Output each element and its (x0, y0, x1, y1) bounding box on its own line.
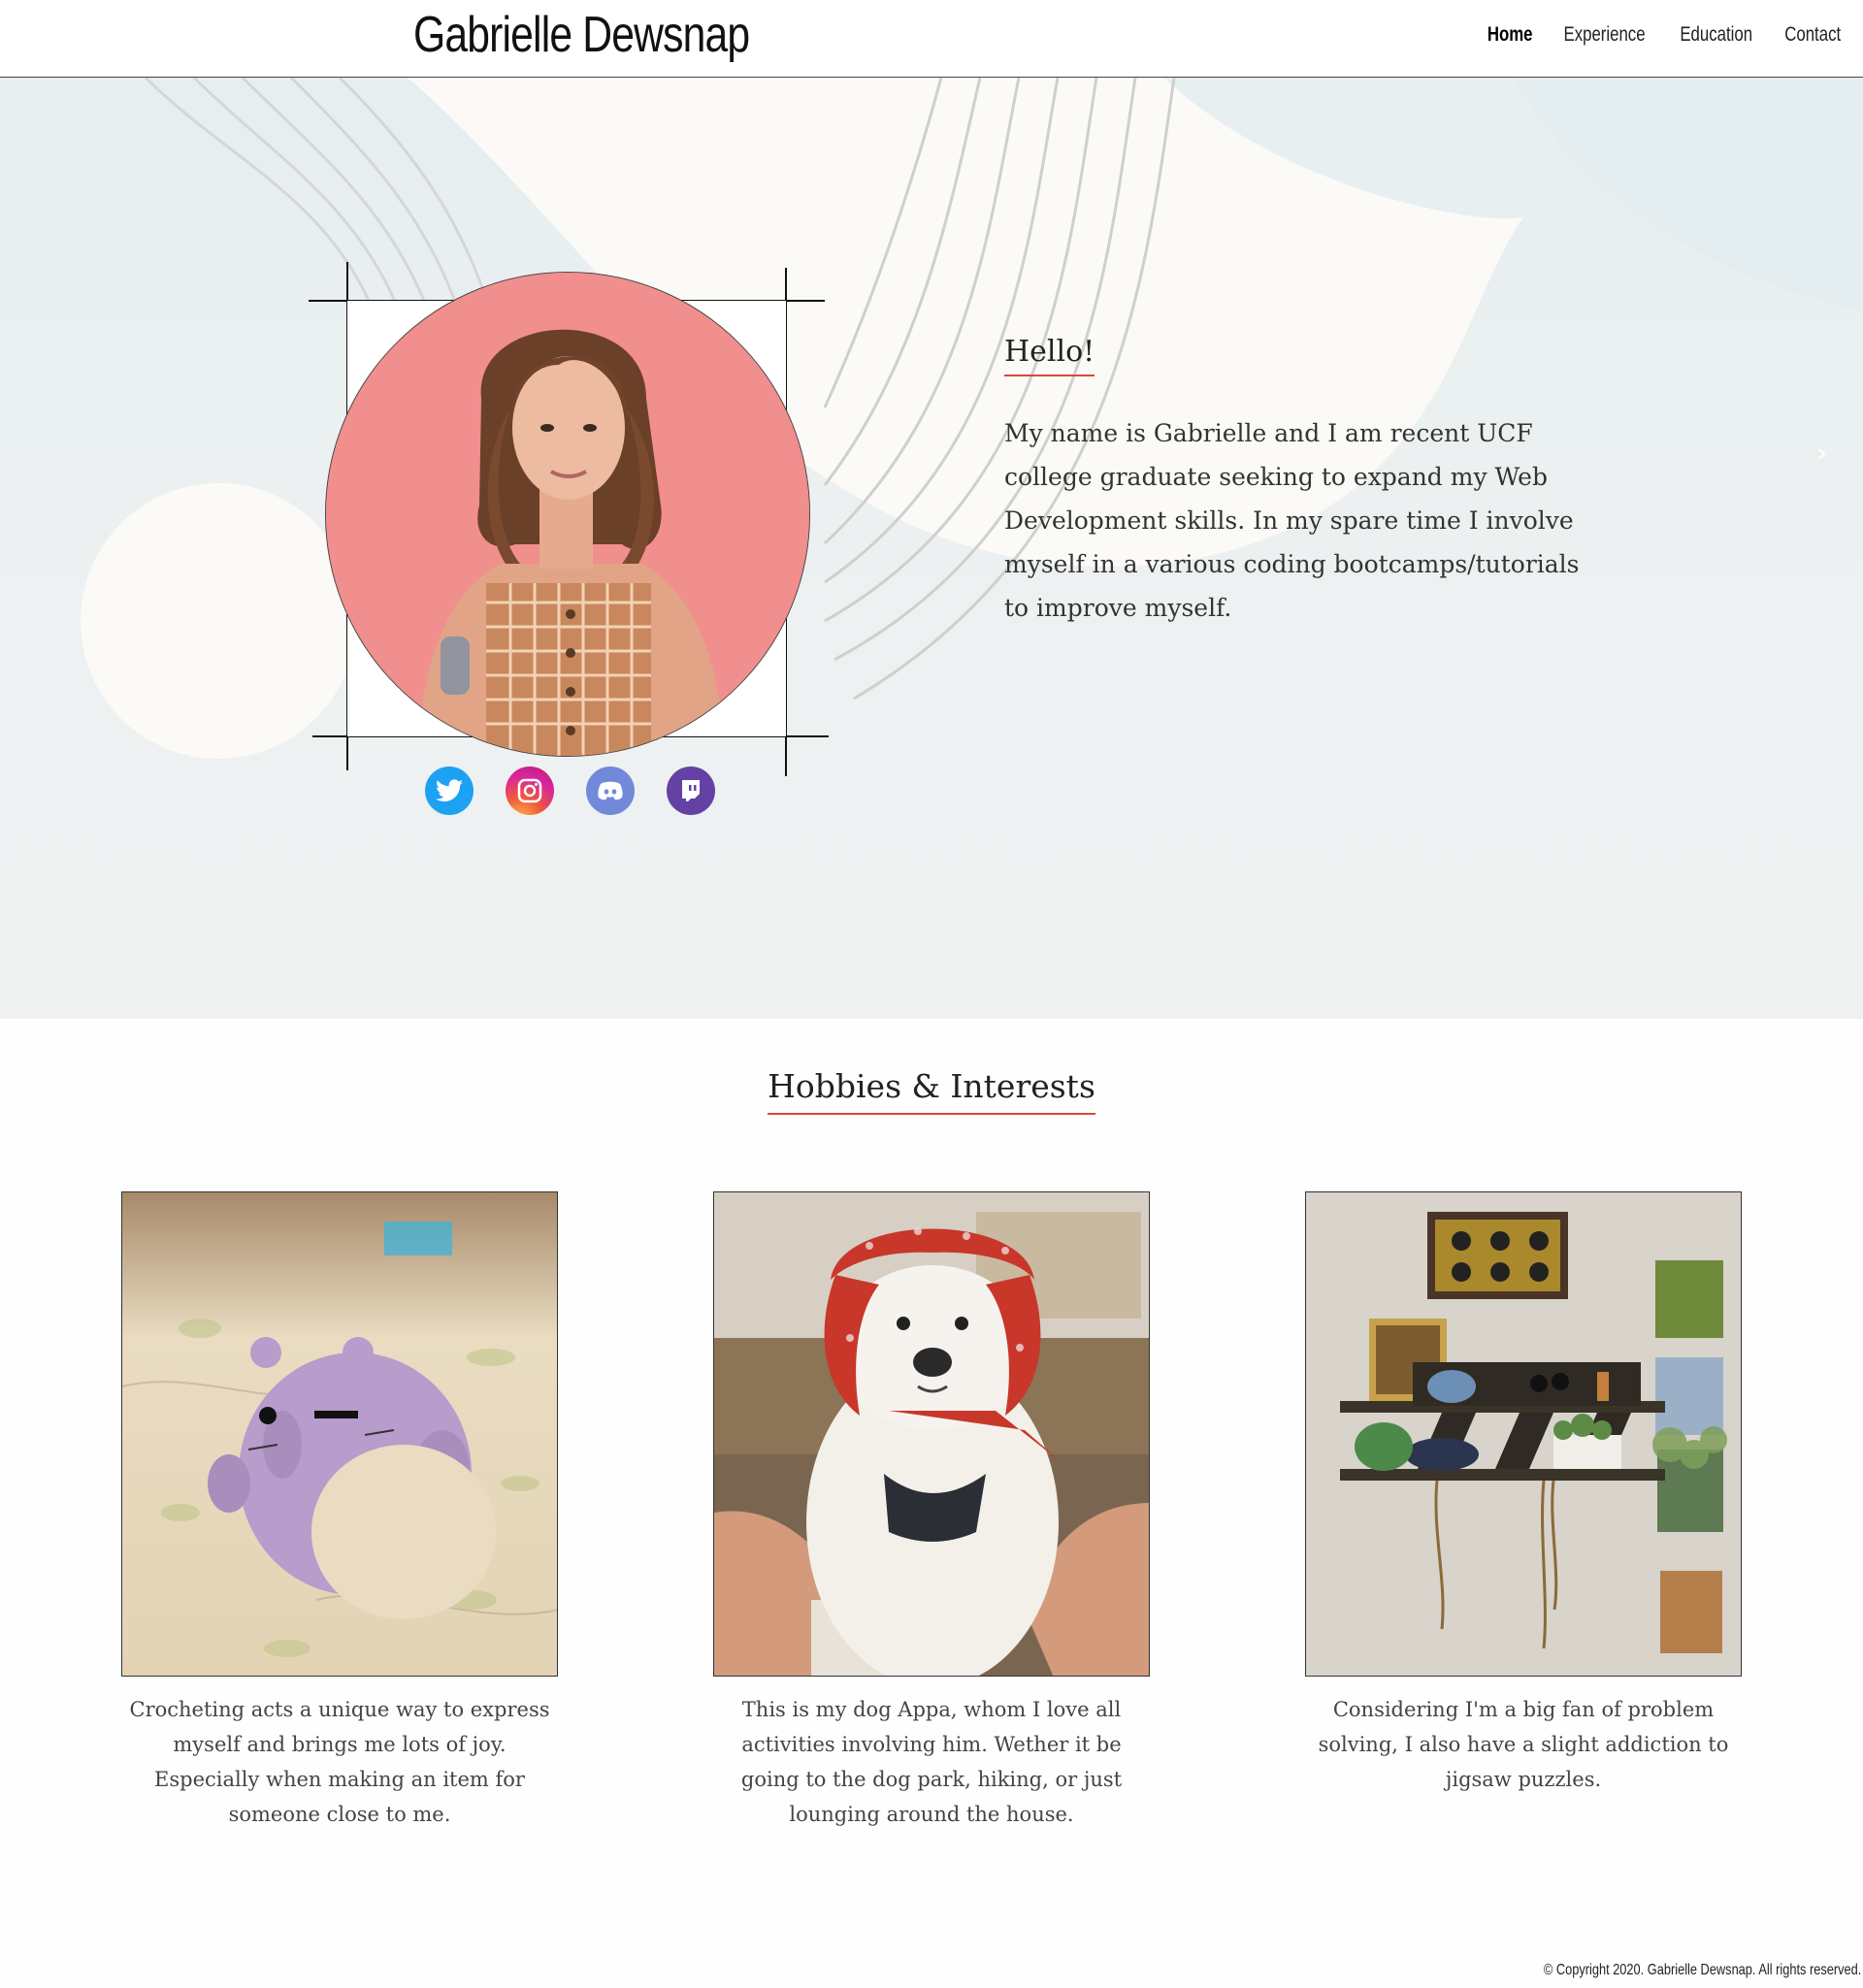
carousel-next-button[interactable]: › (1816, 437, 1827, 469)
dog-photo (713, 1191, 1150, 1677)
crochet-photo (121, 1191, 558, 1677)
twitter-icon[interactable] (425, 766, 474, 815)
main-nav: Home Experience Education Contact (1482, 23, 1847, 47)
nav-education[interactable]: Education (1681, 23, 1753, 47)
profile-photo (325, 272, 810, 757)
intro-text: My name is Gabrielle and I am recent UCF… (1004, 419, 1580, 622)
discord-icon[interactable] (586, 766, 635, 815)
hobbies-header: Hobbies & Interests (0, 1067, 1863, 1115)
dog-caption: This is my dog Appa, whom I love all act… (740, 1698, 1123, 1826)
hero-section: Hello! My name is Gabrielle and I am rec… (0, 78, 1863, 1019)
hobbies-title: Hobbies & Interests (768, 1067, 1095, 1115)
social-links (425, 766, 715, 815)
site-title[interactable]: Gabrielle Dewsnap (413, 6, 750, 64)
intro-heading: Hello! (1004, 335, 1095, 376)
instagram-icon[interactable] (506, 766, 554, 815)
puzzles-caption: Considering I'm a big fan of problem sol… (1318, 1698, 1729, 1791)
puzzles-photo (1305, 1191, 1742, 1677)
hobby-card-crochet: Crocheting acts a unique way to express … (121, 1191, 558, 1832)
hobby-card-puzzles: Considering I'm a big fan of problem sol… (1305, 1191, 1742, 1797)
intro-block: Hello! My name is Gabrielle and I am rec… (1004, 335, 1596, 630)
site-header: Gabrielle Dewsnap Home Experience Educat… (0, 0, 1863, 78)
hobby-card-dog: This is my dog Appa, whom I love all act… (713, 1191, 1150, 1832)
footer-copyright: © Copyright 2020. Gabrielle Dewsnap. All… (1543, 1962, 1861, 1978)
nav-experience[interactable]: Experience (1564, 23, 1646, 47)
nav-home[interactable]: Home (1487, 23, 1533, 47)
twitch-icon[interactable] (667, 766, 715, 815)
nav-contact[interactable]: Contact (1784, 23, 1841, 47)
crochet-caption: Crocheting acts a unique way to express … (129, 1698, 550, 1826)
